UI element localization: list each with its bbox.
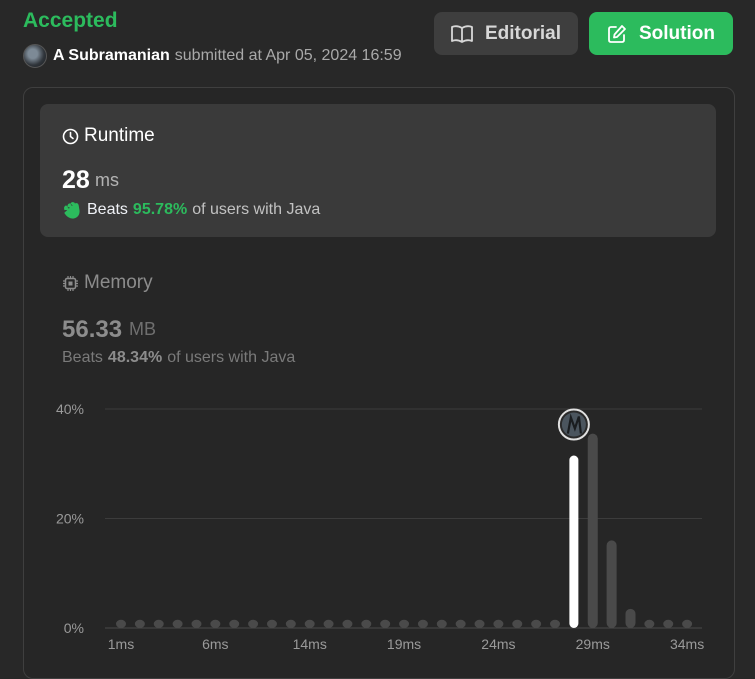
x-tick-label: 1ms [108, 636, 134, 652]
bar[interactable] [229, 619, 240, 628]
bar[interactable] [493, 619, 504, 628]
avatar[interactable] [23, 44, 47, 68]
result-card: Runtime 28 ms Beats 95.78% of users with… [23, 87, 735, 679]
bar[interactable] [210, 619, 221, 628]
bar[interactable] [625, 608, 636, 628]
bar[interactable] [304, 619, 315, 628]
bar-selected[interactable] [569, 455, 579, 628]
x-tick-label: 19ms [387, 636, 421, 652]
bar[interactable] [191, 619, 202, 628]
bar[interactable] [248, 619, 259, 628]
bar[interactable] [606, 540, 617, 628]
x-tick-label: 24ms [481, 636, 515, 652]
bar[interactable] [399, 619, 410, 628]
x-tick-label: 29ms [576, 636, 610, 652]
bar[interactable] [323, 619, 334, 628]
bar[interactable] [550, 619, 561, 628]
submitted-time: submitted at Apr 05, 2024 16:59 [174, 47, 402, 64]
bar[interactable] [455, 619, 466, 628]
submission-status: Accepted [23, 9, 118, 32]
bar[interactable] [172, 619, 183, 628]
x-tick-label: 34ms [670, 636, 704, 652]
runtime-distribution-chart[interactable]: 0% 20% 40% 1ms 6ms 14ms 19ms 24ms 29ms 34ms [24, 88, 734, 662]
bar[interactable] [285, 619, 296, 628]
bar[interactable] [266, 619, 277, 628]
editorial-label: Editorial [484, 22, 561, 44]
bar[interactable] [587, 433, 598, 628]
bar[interactable] [116, 619, 126, 628]
x-tick-label: 6ms [202, 636, 228, 652]
bar[interactable] [417, 619, 428, 628]
bar[interactable] [531, 619, 542, 628]
bar[interactable] [474, 619, 485, 628]
bar[interactable] [134, 619, 145, 628]
solution-label: Solution [639, 22, 715, 44]
bar[interactable] [361, 619, 372, 628]
bar[interactable] [342, 619, 353, 628]
bar[interactable] [682, 619, 693, 628]
submitter-name[interactable]: A Subramanian [53, 47, 170, 65]
bar[interactable] [380, 619, 391, 628]
y-tick-label: 20% [56, 511, 84, 527]
bar[interactable] [153, 619, 164, 628]
y-tick-label: 40% [56, 401, 84, 417]
bar[interactable] [436, 619, 447, 628]
editorial-button[interactable]: Editorial [434, 12, 578, 55]
solution-button[interactable]: Solution [589, 12, 733, 55]
bar[interactable] [644, 619, 655, 628]
edit-icon [608, 24, 626, 43]
submitter-info: A Subramanian submitted at Apr 05, 2024 … [23, 44, 402, 68]
y-tick-label: 0% [64, 620, 84, 636]
bar[interactable] [663, 619, 674, 628]
x-tick-label: 14ms [293, 636, 327, 652]
bar[interactable] [512, 619, 523, 628]
book-open-icon [451, 24, 473, 43]
